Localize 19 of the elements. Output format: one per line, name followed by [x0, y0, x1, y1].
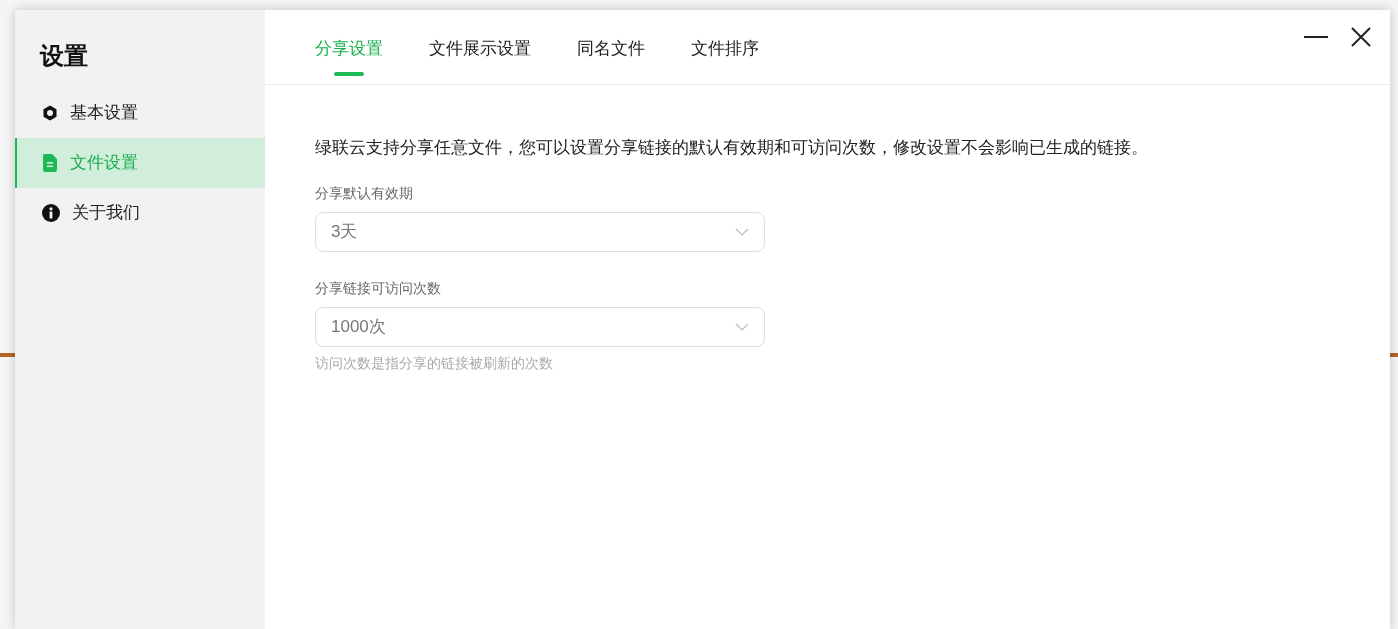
- info-icon: [42, 204, 60, 222]
- dropdown-select[interactable]: 1000次: [315, 306, 765, 347]
- chevron-down-icon: [735, 227, 749, 236]
- close-icon: [1351, 27, 1371, 47]
- chevron-down-icon: [735, 322, 749, 331]
- minimize-icon: [1304, 36, 1328, 38]
- sidebar-item[interactable]: 关于我们: [15, 188, 265, 238]
- document-icon: [42, 154, 58, 172]
- dropdown-select[interactable]: 3天: [315, 211, 765, 252]
- sidebar-item[interactable]: 基本设置: [15, 88, 265, 138]
- description-text: 绿联云支持分享任意文件，您可以设置分享链接的默认有效期和可访问次数，修改设置不会影响已生成的链接。: [315, 137, 1149, 159]
- tab[interactable]: 文件排序: [691, 36, 759, 76]
- hint-text: 访问次数是指分享的链接被刷新的次数: [315, 353, 554, 373]
- field-label: 分享默认有效期: [315, 183, 414, 203]
- hexagon-nut-icon: [42, 105, 58, 121]
- tab[interactable]: 文件展示设置: [429, 36, 531, 76]
- tab[interactable]: 同名文件: [577, 36, 645, 76]
- sidebar-title: 设置: [38, 41, 89, 71]
- field-label: 分享链接可访问次数: [315, 278, 442, 298]
